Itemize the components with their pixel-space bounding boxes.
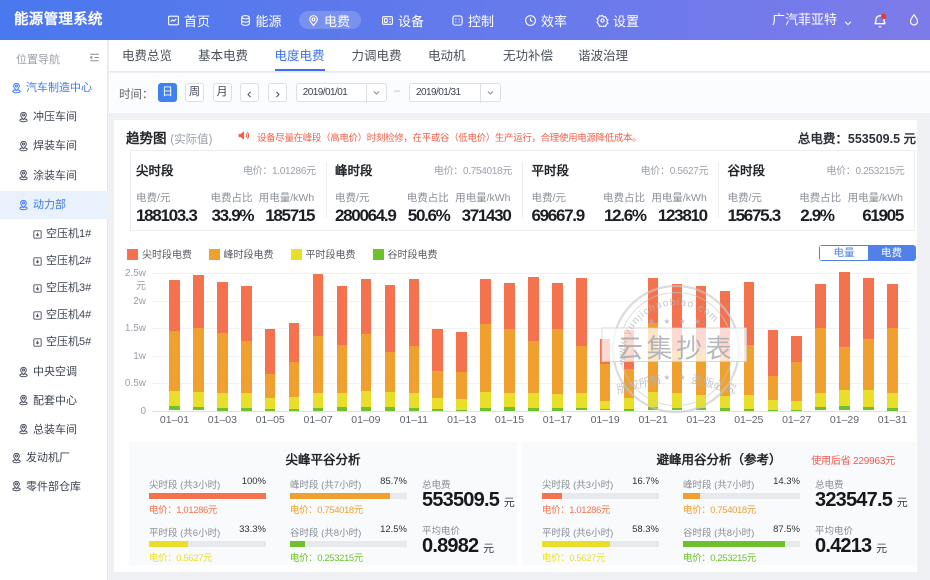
svg-text:★ ★ ★ ★: ★ ★ ★ ★ <box>647 317 703 326</box>
svg-text:版权所有: 版权所有 <box>615 372 663 397</box>
svg-text:盗版必究: 盗版必究 <box>689 372 738 397</box>
svg-text:云集抄表: 云集抄表 <box>616 334 734 364</box>
